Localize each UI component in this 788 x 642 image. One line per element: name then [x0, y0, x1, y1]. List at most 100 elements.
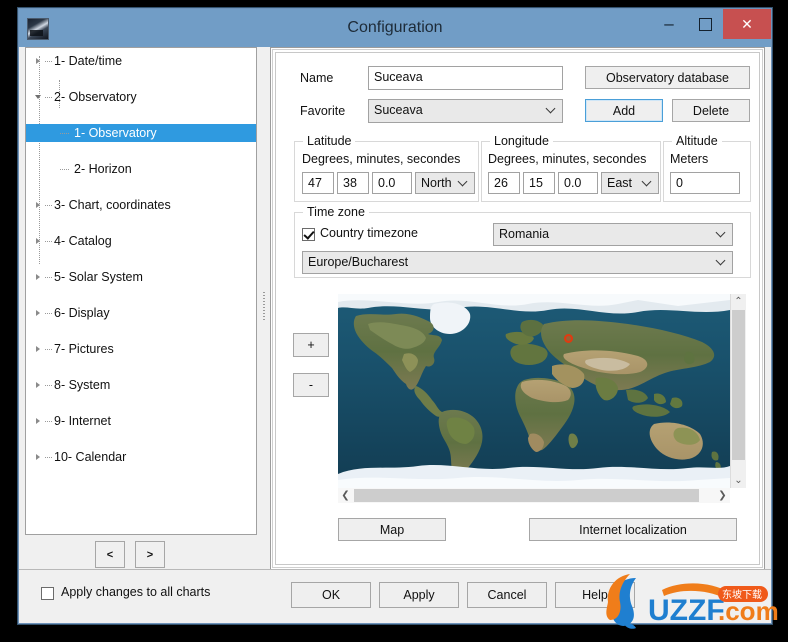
tree-connector: [45, 205, 52, 206]
map-horizontal-scroll-thumb[interactable]: [354, 489, 699, 502]
favorite-select-value: Suceava: [374, 103, 423, 117]
dialog-footer: Apply changes to all charts OK Apply Can…: [19, 569, 771, 623]
help-button[interactable]: Help: [555, 582, 635, 608]
sidebar-item-label: 5- Solar System: [54, 270, 143, 284]
longitude-hemisphere-value: East: [607, 176, 633, 190]
scroll-down-button[interactable]: ⌄: [731, 473, 746, 488]
sidebar-item-label: 2- Horizon: [74, 162, 132, 176]
country-select[interactable]: Romania: [493, 223, 733, 246]
configuration-window: Configuration – ✕ 1- Date/time 2- Observ…: [18, 8, 772, 624]
chevron-down-icon: [643, 177, 652, 186]
longitude-seconds-input[interactable]: 0.0: [558, 172, 598, 194]
maximize-button[interactable]: [687, 9, 723, 39]
chevron-right-icon[interactable]: [34, 232, 44, 250]
sidebar-item-display[interactable]: 6- Display: [26, 304, 256, 322]
sidebar-item-internet[interactable]: 9- Internet: [26, 412, 256, 430]
sidebar-item-label: 2- Observatory: [54, 90, 137, 104]
longitude-minutes-input[interactable]: 15: [523, 172, 555, 194]
chevron-down-icon: [717, 256, 726, 265]
sidebar-item-solar-system[interactable]: 5- Solar System: [26, 268, 256, 286]
favorite-select[interactable]: Suceava: [368, 99, 563, 123]
panel-splitter[interactable]: [259, 47, 269, 570]
map-zoom-out-button[interactable]: -: [293, 373, 329, 397]
longitude-units-label: Degrees, minutes, secondes: [488, 152, 647, 166]
sidebar-item-label: 3- Chart, coordinates: [54, 198, 171, 212]
location-marker-icon: [564, 334, 573, 343]
chevron-right-icon[interactable]: [34, 304, 44, 322]
sidebar-item-catalog[interactable]: 4- Catalog: [26, 232, 256, 250]
splitter-grip[interactable]: [263, 292, 265, 320]
world-map-image: [338, 294, 730, 488]
apply-all-charts-checkbox[interactable]: [41, 587, 54, 600]
map-vertical-scrollbar[interactable]: ⌃ ⌄: [730, 294, 746, 488]
map-button[interactable]: Map: [338, 518, 446, 541]
name-label: Name: [300, 71, 334, 85]
settings-tree[interactable]: 1- Date/time 2- Observatory 1- Observato…: [25, 47, 257, 535]
latitude-degrees-input[interactable]: 47: [302, 172, 334, 194]
tree-connector: [45, 277, 52, 278]
previous-page-button[interactable]: <: [95, 541, 125, 568]
chevron-down-icon: [547, 104, 556, 113]
minimize-button[interactable]: –: [651, 9, 687, 48]
sidebar-item-label: 7- Pictures: [54, 342, 114, 356]
latitude-hemisphere-value: North: [421, 176, 452, 190]
tree-connector: [45, 349, 52, 350]
sidebar: 1- Date/time 2- Observatory 1- Observato…: [25, 47, 257, 570]
altitude-input[interactable]: 0: [670, 172, 740, 194]
sidebar-item-pictures[interactable]: 7- Pictures: [26, 340, 256, 358]
chevron-right-icon[interactable]: [34, 340, 44, 358]
chevron-right-icon[interactable]: [34, 376, 44, 394]
tree-nav-buttons: < >: [25, 538, 257, 570]
chevron-right-icon[interactable]: [34, 52, 44, 70]
longitude-degrees-input[interactable]: 26: [488, 172, 520, 194]
sidebar-item-observatory-group[interactable]: 2- Observatory: [26, 88, 256, 106]
latitude-minutes-input[interactable]: 38: [337, 172, 369, 194]
country-timezone-checkbox[interactable]: [302, 228, 315, 241]
observatory-database-button[interactable]: Observatory database: [585, 66, 750, 89]
chevron-down-icon[interactable]: [34, 88, 44, 106]
sidebar-item-horizon[interactable]: 2- Horizon: [26, 160, 256, 178]
sidebar-item-label: 10- Calendar: [54, 450, 127, 464]
window-content: 1- Date/time 2- Observatory 1- Observato…: [19, 47, 771, 623]
sidebar-item-system[interactable]: 8- System: [26, 376, 256, 394]
chevron-right-icon[interactable]: [34, 412, 44, 430]
settings-panel-inner: Name Suceava Observatory database Favori…: [275, 52, 760, 565]
sidebar-item-datetime[interactable]: 1- Date/time: [26, 52, 256, 70]
apply-all-charts-label: Apply changes to all charts: [61, 585, 211, 599]
sidebar-item-label: 8- System: [54, 378, 111, 392]
internet-localization-button[interactable]: Internet localization: [529, 518, 737, 541]
map-horizontal-scrollbar[interactable]: ❮ ❯: [338, 488, 730, 503]
map-vertical-scroll-thumb[interactable]: [732, 310, 745, 460]
timezone-select[interactable]: Europe/Bucharest: [302, 251, 733, 274]
sidebar-item-chart-coordinates[interactable]: 3- Chart, coordinates: [26, 196, 256, 214]
world-map[interactable]: [338, 294, 730, 488]
add-button[interactable]: Add: [585, 99, 663, 122]
altitude-units-label: Meters: [670, 152, 709, 166]
longitude-hemisphere-select[interactable]: East: [601, 172, 659, 194]
sidebar-item-observatory[interactable]: 1- Observatory: [26, 124, 256, 142]
ok-button[interactable]: OK: [291, 582, 371, 608]
map-zoom-in-button[interactable]: +: [293, 333, 329, 357]
chevron-right-icon[interactable]: [34, 196, 44, 214]
world-map-container: ⌃ ⌄ ❮ ❯: [338, 294, 746, 506]
sidebar-item-calendar[interactable]: 10- Calendar: [26, 448, 256, 466]
latitude-hemisphere-select[interactable]: North: [415, 172, 475, 194]
scroll-right-button[interactable]: ❯: [715, 488, 730, 503]
chevron-right-icon[interactable]: [34, 448, 44, 466]
favorite-label: Favorite: [300, 104, 346, 118]
chevron-down-icon: [459, 177, 468, 186]
latitude-seconds-input[interactable]: 0.0: [372, 172, 412, 194]
next-page-button[interactable]: >: [135, 541, 165, 568]
scroll-up-button[interactable]: ⌃: [731, 294, 746, 309]
close-button[interactable]: ✕: [723, 9, 771, 39]
delete-button[interactable]: Delete: [672, 99, 750, 122]
scroll-left-button[interactable]: ❮: [338, 488, 353, 503]
cancel-button[interactable]: Cancel: [467, 582, 547, 608]
name-input[interactable]: Suceava: [368, 66, 563, 90]
apply-button[interactable]: Apply: [379, 582, 459, 608]
tree-connector: [45, 421, 52, 422]
chevron-down-icon: [717, 228, 726, 237]
chevron-right-icon[interactable]: [34, 268, 44, 286]
window-controls: – ✕: [651, 9, 771, 39]
sidebar-item-label: 6- Display: [54, 306, 110, 320]
